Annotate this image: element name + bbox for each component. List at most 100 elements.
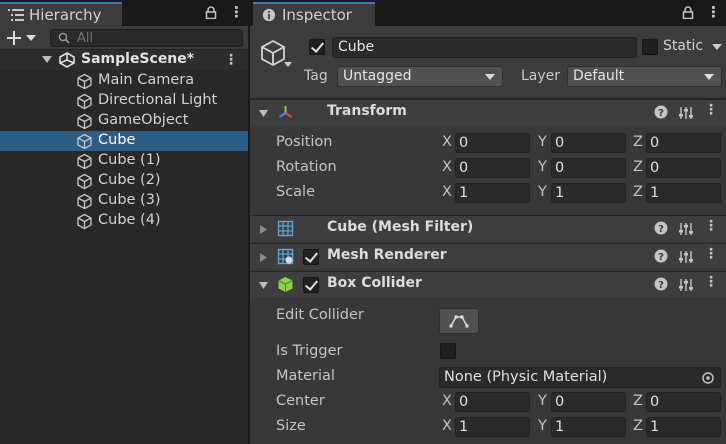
axis-label-y[interactable]: Y [538, 159, 547, 175]
axis-label-x[interactable]: X [442, 393, 452, 409]
axis-label-z[interactable]: Z [633, 393, 643, 409]
hierarchy-item[interactable]: GameObject [0, 111, 248, 131]
axis-label-x[interactable]: X [442, 159, 452, 175]
fold-open-icon[interactable] [42, 56, 52, 64]
rotation-z-field[interactable]: 0 [646, 158, 721, 178]
object-name-field[interactable]: Cube [332, 37, 637, 58]
search-input[interactable] [77, 30, 237, 46]
hierarchy-item[interactable]: Directional Light [0, 91, 248, 111]
axis-label-z[interactable]: Z [633, 184, 643, 200]
active-checkbox[interactable] [309, 39, 325, 55]
fold-closed-icon[interactable] [259, 253, 268, 262]
hierarchy-search[interactable] [50, 29, 243, 47]
center-y-field[interactable]: 0 [551, 392, 626, 412]
transform-header[interactable]: Transform ? ⋮ [250, 99, 726, 125]
fold-open-icon[interactable] [259, 109, 268, 118]
fold-closed-icon[interactable] [259, 225, 268, 234]
hierarchy-item[interactable]: Cube (4) [0, 211, 248, 231]
help-icon[interactable]: ? [654, 249, 668, 263]
hierarchy-item[interactable]: Main Camera [0, 71, 248, 91]
preset-icon[interactable] [678, 221, 694, 237]
unity-scene-icon [59, 52, 75, 68]
hierarchy-item-label: Cube (1) [98, 152, 161, 168]
center-z-field[interactable]: 0 [646, 392, 721, 412]
inspector-tab[interactable]: Inspector [253, 2, 375, 26]
lock-icon[interactable] [205, 6, 217, 19]
gameobject-icon [77, 193, 92, 210]
preset-icon[interactable] [678, 249, 694, 265]
center-x-field[interactable]: 0 [455, 392, 530, 412]
chevron-down-icon[interactable] [712, 44, 722, 50]
edit-collider-label: Edit Collider [276, 307, 364, 323]
hierarchy-item[interactable]: Cube (2) [0, 171, 248, 191]
hierarchy-tab-bar: Hierarchy ⋮ [0, 0, 248, 26]
axis-label-x[interactable]: X [442, 418, 452, 434]
axis-label-y[interactable]: Y [538, 184, 547, 200]
size-y-field[interactable]: 1 [551, 417, 626, 437]
scale-y-field[interactable]: 1 [551, 183, 626, 203]
help-icon[interactable]: ? [654, 277, 668, 291]
axis-label-z[interactable]: Z [633, 134, 643, 150]
axis-label-y[interactable]: Y [538, 418, 547, 434]
hierarchy-item-label: Main Camera [98, 72, 195, 88]
object-picker-icon[interactable] [702, 372, 714, 384]
position-x-field[interactable]: 0 [455, 133, 530, 153]
is-trigger-checkbox[interactable] [440, 343, 456, 359]
scene-row[interactable]: SampleScene* ⋮ [0, 50, 248, 70]
hierarchy-item[interactable]: Cube [0, 131, 248, 151]
size-z-field[interactable]: 1 [646, 417, 721, 437]
component-menu-icon[interactable]: ⋮ [704, 246, 718, 262]
chevron-down-icon [26, 35, 36, 41]
layer-dropdown[interactable]: Default [567, 66, 722, 87]
scene-menu-icon[interactable]: ⋮ [224, 52, 238, 68]
box-collider-header[interactable]: Box Collider ? ⋮ [250, 271, 726, 297]
fold-open-icon[interactable] [259, 281, 268, 290]
hierarchy-tab[interactable]: Hierarchy [0, 2, 122, 26]
hierarchy-item-label: Cube (4) [98, 212, 161, 228]
position-y-field[interactable]: 0 [551, 133, 626, 153]
axis-label-z[interactable]: Z [633, 418, 643, 434]
scale-x-field[interactable]: 1 [455, 183, 530, 203]
preset-icon[interactable] [678, 105, 694, 121]
edit-collider-button[interactable] [439, 308, 479, 334]
layer-label: Layer [521, 68, 561, 84]
inspector-menu-icon[interactable]: ⋮ [706, 4, 721, 20]
size-x-field[interactable]: 1 [455, 417, 530, 437]
lock-icon[interactable] [682, 6, 694, 19]
mesh-renderer-header[interactable]: Mesh Renderer ? ⋮ [250, 243, 726, 269]
box-collider-title: Box Collider [327, 275, 422, 291]
axis-label-y[interactable]: Y [538, 393, 547, 409]
preset-icon[interactable] [678, 277, 694, 293]
rotation-x-field[interactable]: 0 [455, 158, 530, 178]
component-menu-icon[interactable]: ⋮ [704, 274, 718, 290]
rotation-y-field[interactable]: 0 [551, 158, 626, 178]
hierarchy-tab-label: Hierarchy [29, 6, 102, 24]
axis-label-z[interactable]: Z [633, 159, 643, 175]
cube-icon[interactable] [259, 39, 287, 67]
inspector-panel: Inspector ⋮ Cube Static Tag Untagged Lay… [250, 0, 726, 444]
axis-label-x[interactable]: X [442, 184, 452, 200]
hierarchy-item-label: Cube (3) [98, 192, 161, 208]
mesh-filter-header[interactable]: Cube (Mesh Filter) ? ⋮ [250, 215, 726, 241]
position-z-field[interactable]: 0 [646, 133, 721, 153]
create-button[interactable] [6, 28, 42, 48]
hierarchy-item[interactable]: Cube (1) [0, 151, 248, 171]
material-field[interactable]: None (Physic Material) [439, 367, 721, 388]
axis-label-x[interactable]: X [442, 134, 452, 150]
info-icon [262, 8, 276, 22]
scale-z-field[interactable]: 1 [646, 183, 721, 203]
chevron-down-icon[interactable] [284, 62, 292, 67]
hierarchy-menu-icon[interactable]: ⋮ [229, 4, 244, 20]
axis-label-y[interactable]: Y [538, 134, 547, 150]
box-collider-enabled-checkbox[interactable] [303, 277, 319, 293]
component-menu-icon[interactable]: ⋮ [704, 218, 718, 234]
material-value: None (Physic Material) [444, 369, 608, 385]
hierarchy-item[interactable]: Cube (3) [0, 191, 248, 211]
help-icon[interactable]: ? [654, 105, 668, 119]
component-menu-icon[interactable]: ⋮ [704, 102, 718, 118]
static-checkbox[interactable] [642, 39, 658, 55]
tag-dropdown[interactable]: Untagged [337, 66, 503, 87]
mesh-renderer-enabled-checkbox[interactable] [303, 249, 319, 265]
help-icon[interactable]: ? [654, 221, 668, 235]
gameobject-icon [77, 73, 92, 90]
